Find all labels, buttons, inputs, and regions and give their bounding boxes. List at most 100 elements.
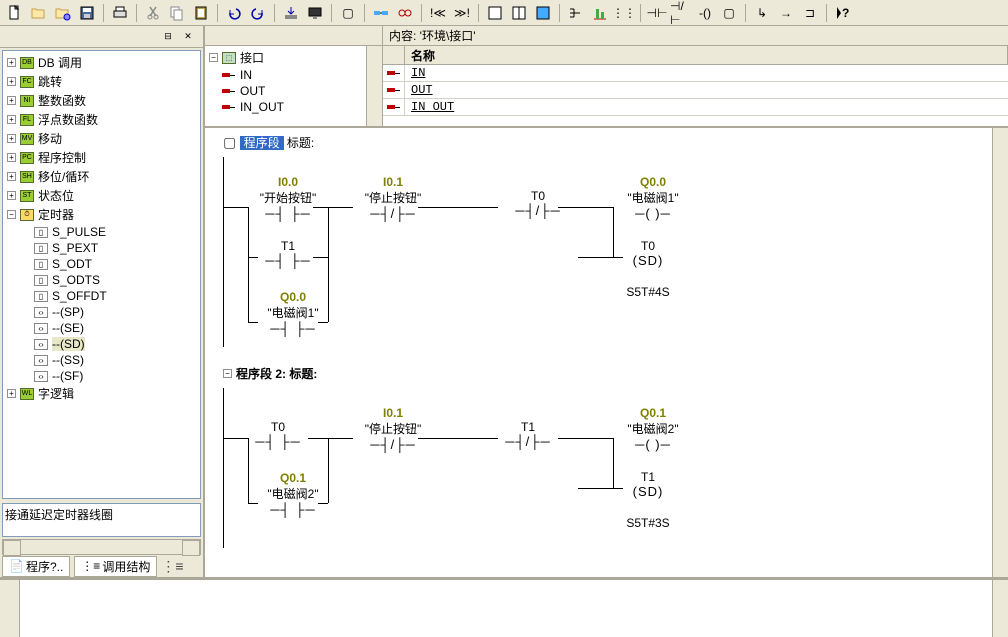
open-icon[interactable]	[28, 2, 50, 24]
struct1-icon[interactable]	[565, 2, 587, 24]
segment-header[interactable]: 程序段 2: 标题:	[223, 365, 990, 382]
window1-icon[interactable]	[484, 2, 506, 24]
branch-right-icon[interactable]: →	[775, 2, 797, 24]
pin-icon	[387, 102, 401, 112]
contact-no-icon[interactable]: ⊣⊢	[646, 2, 668, 24]
tree-item: ▯S_PEXT	[5, 240, 198, 256]
tree-item: ▯S_ODT	[5, 256, 198, 272]
coil-instr-icon: ‹›	[34, 323, 48, 334]
coil-instr-icon: ‹›	[34, 307, 48, 318]
expander-icon[interactable]	[7, 389, 16, 398]
new-icon[interactable]	[4, 2, 26, 24]
expander-icon[interactable]	[7, 134, 16, 143]
st-icon: ST	[20, 190, 34, 202]
tab-structure[interactable]: ⋮≡调用结构	[74, 556, 157, 577]
jump-last-icon[interactable]: ≫!	[451, 2, 473, 24]
left-panel: ⊟ ✕ DBDB 调用 FC跳转 NI整数函数 FL浮点数函数 MV移动 PC程…	[0, 26, 205, 577]
instruction-icon: ▯	[34, 275, 48, 286]
contact-nc-icon[interactable]: ⊣/⊢	[670, 2, 692, 24]
print-icon[interactable]	[109, 2, 131, 24]
tree-item-timer: ⏱定时器	[5, 205, 198, 224]
scrollbar-vertical[interactable]	[992, 128, 1008, 577]
expander-icon[interactable]	[7, 77, 16, 86]
copy-icon[interactable]	[166, 2, 188, 24]
download-icon[interactable]	[280, 2, 302, 24]
sh-icon: SH	[20, 171, 34, 183]
tree-item: WL字逻辑	[5, 384, 198, 403]
help-icon[interactable]: ?	[832, 2, 854, 24]
tree-item: ‹›--(SS)	[5, 352, 198, 368]
tree-item: ‹›--(SD)	[5, 336, 198, 352]
box-icon[interactable]: ▢	[718, 2, 740, 24]
description-box: 接通延迟定时器线圈	[2, 503, 201, 537]
ladder-editor[interactable]: ▢ 程序段 标题: I0.0"开始按钮"─┤ ├─ I0.1"停止按钮"─┤/├…	[205, 128, 1008, 577]
tree-item: DBDB 调用	[5, 53, 198, 72]
table-row: IN OUT	[383, 99, 1008, 116]
window2-icon[interactable]	[508, 2, 530, 24]
branch-close-icon[interactable]: ⊐	[799, 2, 821, 24]
editor-panel: 内容: '环境\接口' ⬚接口 IN OUT IN_OUT 名称 IN OUT …	[205, 26, 1008, 577]
tree-item: ▯S_PULSE	[5, 224, 198, 240]
expander-icon[interactable]	[7, 58, 16, 67]
panel-mini-toolbar: ⊟ ✕	[0, 26, 203, 48]
expander-icon[interactable]	[7, 153, 16, 162]
tree-item: ‹›--(SP)	[5, 304, 198, 320]
jump-first-icon[interactable]: !≪	[427, 2, 449, 24]
tree-item: ST状态位	[5, 186, 198, 205]
fc-icon: FC	[20, 76, 34, 88]
expander-icon[interactable]	[7, 172, 16, 181]
redo-icon[interactable]	[247, 2, 269, 24]
expander-icon[interactable]	[209, 53, 218, 62]
interface-table[interactable]: 名称 IN OUT IN OUT	[383, 46, 1008, 126]
expander-icon[interactable]	[7, 115, 16, 124]
expander-icon[interactable]	[7, 191, 16, 200]
bottom-tabs: 📄程序?.. ⋮≡调用结构 ⋮≡	[0, 555, 203, 577]
output-pane	[0, 577, 1008, 637]
instruction-icon: ▯	[34, 243, 48, 254]
save-icon[interactable]	[76, 2, 98, 24]
interface-tree[interactable]: ⬚接口 IN OUT IN_OUT	[205, 46, 383, 126]
main-toolbar: ▢ !≪ ≫! ⋮⋮ ⊣⊢ ⊣/⊢ -() ▢ ↳ → ⊐ ?	[0, 0, 1008, 26]
more-tabs-icon[interactable]: ⋮≡	[161, 558, 183, 575]
collapse-icon[interactable]	[223, 369, 232, 378]
expander-icon[interactable]	[7, 96, 16, 105]
glasses-icon[interactable]	[394, 2, 416, 24]
pin-inout-icon	[222, 102, 236, 112]
pin-out-icon	[222, 86, 236, 96]
instruction-tree[interactable]: DBDB 调用 FC跳转 NI整数函数 FL浮点数函数 MV移动 PC程序控制 …	[2, 50, 201, 499]
fl-icon: FL	[20, 114, 34, 126]
network-icon[interactable]	[370, 2, 392, 24]
instruction-icon: ▯	[34, 259, 48, 270]
coil-icon[interactable]: -()	[694, 2, 716, 24]
paste-icon[interactable]	[190, 2, 212, 24]
tree-item: SH移位/循环	[5, 167, 198, 186]
struct3-icon[interactable]: ⋮⋮	[613, 2, 635, 24]
cut-icon[interactable]	[142, 2, 164, 24]
open-alt-icon[interactable]	[52, 2, 74, 24]
mini-collapse-icon[interactable]: ⊟	[159, 29, 177, 45]
branch-down-icon[interactable]: ↳	[751, 2, 773, 24]
output-tabs[interactable]	[0, 580, 20, 637]
instruction-icon: ▯	[34, 291, 48, 302]
word-logic-icon: WL	[20, 388, 34, 400]
scrollbar-vertical[interactable]	[992, 580, 1008, 637]
tree-item: FC跳转	[5, 72, 198, 91]
tab-program[interactable]: 📄程序?..	[2, 556, 70, 577]
struct2-icon[interactable]	[589, 2, 611, 24]
tree-item: FL浮点数函数	[5, 110, 198, 129]
ni-icon: NI	[20, 95, 34, 107]
view1-icon[interactable]: ▢	[337, 2, 359, 24]
expander-icon[interactable]	[7, 210, 16, 219]
pin-icon	[387, 85, 401, 95]
mini-close-icon[interactable]: ✕	[179, 29, 197, 45]
pc-icon: PC	[20, 152, 34, 164]
window3-icon[interactable]	[532, 2, 554, 24]
scrollbar-horizontal[interactable]	[2, 539, 201, 555]
tree-item: NI整数函数	[5, 91, 198, 110]
mv-icon: MV	[20, 133, 34, 145]
undo-icon[interactable]	[223, 2, 245, 24]
pin-in-icon	[222, 70, 236, 80]
scrollbar-vertical[interactable]	[366, 46, 382, 126]
monitor-icon[interactable]	[304, 2, 326, 24]
tree-item: ‹›--(SE)	[5, 320, 198, 336]
